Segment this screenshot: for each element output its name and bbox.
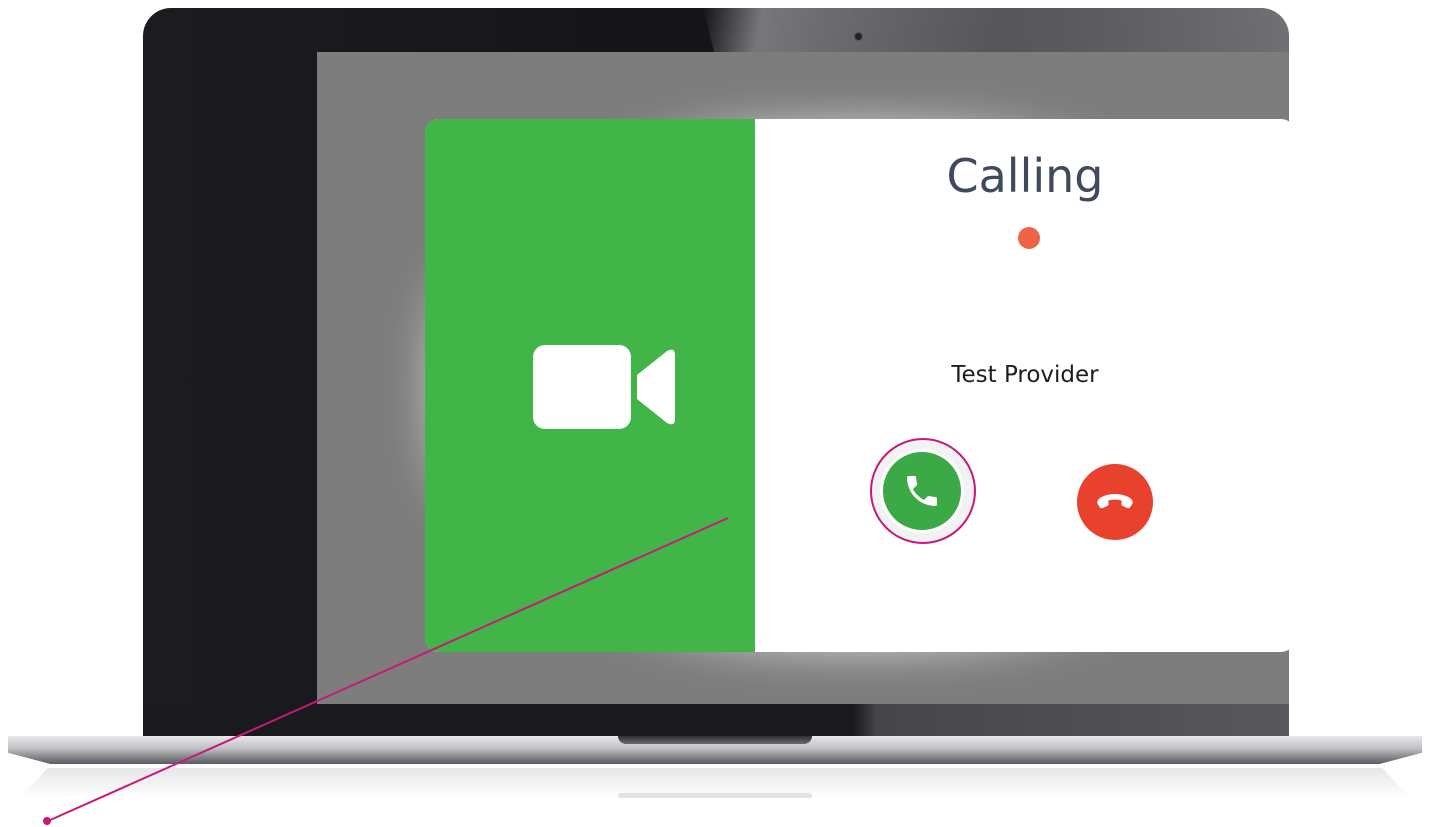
laptop-screen: Calling Test Provider [317,52,1289,712]
video-call-panel [425,119,755,652]
calling-indicator-dot [1018,227,1040,249]
phone-icon [907,476,937,506]
webcam [854,32,863,41]
call-info-panel: Calling Test Provider [755,119,1289,652]
lid-bottom-bezel [143,704,1289,736]
incoming-call-dialog: Calling Test Provider [425,119,1289,652]
caller-name: Test Provider [951,362,1099,388]
answer-call-button[interactable] [880,449,964,533]
laptop-mockup: Calling Test Provider [0,0,1430,827]
base-hinge-notch [618,736,812,744]
callout-dot [43,817,51,825]
phone-hangup-icon [1097,494,1133,509]
video-camera-icon [533,345,675,429]
laptop-lid: Calling Test Provider [143,8,1289,744]
reflection-notch [618,793,812,798]
decline-call-button[interactable] [1077,464,1153,540]
call-status-title: Calling [946,149,1104,203]
